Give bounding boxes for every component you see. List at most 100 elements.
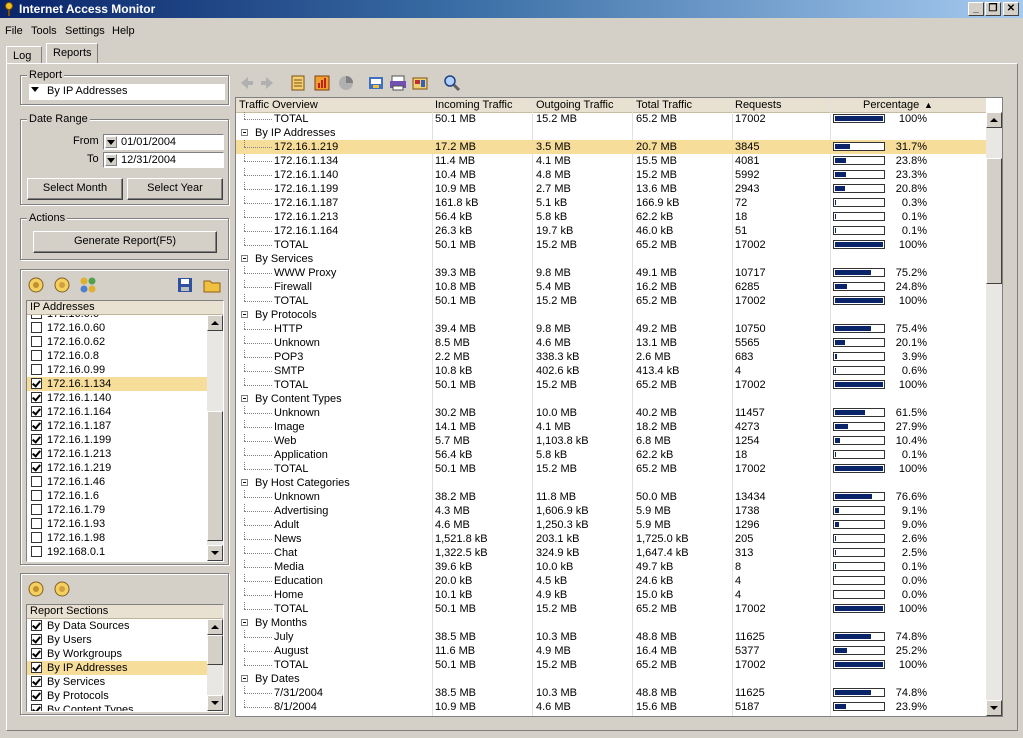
section-list-item[interactable]: By Content Types [27,703,207,711]
collapse-icon[interactable] [241,675,248,682]
section-list-item[interactable]: By Data Sources [27,619,207,633]
restore-button[interactable]: ❐ [985,2,1001,16]
checkbox[interactable] [31,532,42,543]
table-row[interactable]: 7/31/2004 38.5 MB 10.3 MB 48.8 MB 11625 74.8% [236,686,986,700]
menu-help[interactable]: Help [112,25,135,37]
sections-scrollbar[interactable] [207,619,223,711]
generate-report-button[interactable]: Generate Report(F5) [33,231,217,253]
table-row[interactable]: Chat 1,322.5 kB 324.9 kB 1,647.4 kB 313 2.5% [236,546,986,560]
scroll-thumb[interactable] [207,411,223,541]
table-row[interactable]: Home 10.1 kB 4.9 kB 15.0 kB 4 0.0% [236,588,986,602]
checkbox[interactable] [31,620,42,631]
table-row[interactable]: TOTAL 50.1 MB 15.2 MB 65.2 MB 17002 100% [236,462,986,476]
table-row[interactable]: Application 56.4 kB 5.8 kB 62.2 kB 18 0.1% [236,448,986,462]
uncheck-all-sections-icon[interactable] [53,580,71,598]
scroll-down-button[interactable] [207,695,223,711]
group-row[interactable]: By Protocols [236,308,986,322]
group-row[interactable]: By Content Types [236,392,986,406]
section-list-item[interactable]: By Users [27,633,207,647]
to-date-picker[interactable]: 12/31/2004 [103,152,224,168]
scroll-down-button[interactable] [207,545,223,561]
email-report-icon[interactable] [411,74,429,92]
table-row[interactable]: News 1,521.8 kB 203.1 kB 1,725.0 kB 205 2.6% [236,532,986,546]
table-row[interactable]: 172.16.1.199 10.9 MB 2.7 MB 13.6 MB 2943 20.8… [236,182,986,196]
ip-list-item[interactable]: 172.16.1.199 [27,433,207,447]
col-requests[interactable]: Requests [735,99,781,111]
table-row[interactable]: 172.16.1.164 26.3 kB 19.7 kB 46.0 kB 51 0.1% [236,224,986,238]
checkbox[interactable] [31,322,42,333]
section-list-item[interactable]: By Workgroups [27,647,207,661]
ip-list-item[interactable]: 172.16.1.140 [27,391,207,405]
check-all-sections-icon[interactable] [27,580,45,598]
checkbox[interactable] [31,336,42,347]
menu-tools[interactable]: Tools [31,25,57,37]
table-row[interactable]: 172.16.1.134 11.4 MB 4.1 MB 15.5 MB 4081 23.8… [236,154,986,168]
scroll-up-button[interactable] [207,315,223,331]
group-row[interactable]: By Host Categories [236,476,986,490]
checkbox[interactable] [31,662,42,673]
table-row[interactable]: TOTAL 50.1 MB 15.2 MB 65.2 MB 17002 100% [236,294,986,308]
open-folder-icon[interactable] [203,276,221,294]
ip-list-item[interactable]: 172.16.1.79 [27,503,207,517]
checkbox[interactable] [31,648,42,659]
close-button[interactable]: ✕ [1003,2,1019,16]
scroll-down-button[interactable] [986,700,1002,716]
table-row[interactable]: 172.16.1.213 56.4 kB 5.8 kB 62.2 kB 18 0.1% [236,210,986,224]
table-row[interactable]: TOTAL 50.1 MB 15.2 MB 65.2 MB 17002 100% [236,378,986,392]
table-row[interactable]: Adult 4.6 MB 1,250.3 kB 5.9 MB 1296 9.0% [236,518,986,532]
ip-list-item[interactable]: 172.16.1.164 [27,405,207,419]
tab-reports[interactable]: Reports [46,43,98,64]
table-row[interactable]: Web 5.7 MB 1,103.8 kB 6.8 MB 1254 10.4% [236,434,986,448]
menu-settings[interactable]: Settings [65,25,105,37]
collapse-icon[interactable] [241,255,248,262]
checkbox[interactable] [31,434,42,445]
table-row[interactable]: Advertising 4.3 MB 1,606.9 kB 5.9 MB 1738 9.1… [236,504,986,518]
table-row[interactable]: Firewall 10.8 MB 5.4 MB 16.2 MB 6285 24.8% [236,280,986,294]
checkbox[interactable] [31,518,42,529]
select-year-button[interactable]: Select Year [127,178,223,200]
checkbox[interactable] [31,420,42,431]
checkbox[interactable] [31,315,42,319]
collapse-icon[interactable] [241,129,248,136]
table-row[interactable]: 8/1/2004 10.9 MB 4.6 MB 15.6 MB 5187 23.9% [236,700,986,714]
col-total-traffic[interactable]: Total Traffic [636,99,692,111]
select-all-icon[interactable] [27,276,45,294]
ip-list-scrollbar[interactable] [207,315,223,561]
scroll-thumb[interactable] [207,635,223,665]
ip-list-item[interactable]: 172.16.0.62 [27,335,207,349]
checkbox[interactable] [31,634,42,645]
collapse-icon[interactable] [241,619,248,626]
col-incoming-traffic[interactable]: Incoming Traffic [435,99,512,111]
table-row[interactable]: August 11.6 MB 4.9 MB 16.4 MB 5377 25.2% [236,644,986,658]
minimize-button[interactable]: _ [968,2,984,16]
table-row[interactable]: HTTP 39.4 MB 9.8 MB 49.2 MB 10750 75.4% [236,322,986,336]
table-row[interactable]: Unknown 38.2 MB 11.8 MB 50.0 MB 13434 76.6% [236,490,986,504]
select-none-icon[interactable] [53,276,71,294]
scroll-up-button[interactable] [986,112,1002,128]
tab-log[interactable]: Log [6,46,42,64]
col-percentage[interactable]: Percentage [863,99,919,111]
table-row[interactable]: 172.16.1.187 161.8 kB 5.1 kB 166.9 kB 72 0.3% [236,196,986,210]
checkbox[interactable] [31,546,42,557]
ip-list-item[interactable]: 172.16.1.6 [27,489,207,503]
table-row[interactable]: SMTP 10.8 kB 402.6 kB 413.4 kB 4 0.6% [236,364,986,378]
checkbox[interactable] [31,476,42,487]
table-view-icon[interactable] [289,74,307,92]
ip-list-item[interactable]: 172.16.1.219 [27,461,207,475]
table-row[interactable]: Image 14.1 MB 4.1 MB 18.2 MB 4273 27.9% [236,420,986,434]
export-icon[interactable] [367,74,385,92]
checkbox[interactable] [31,690,42,701]
table-row[interactable]: 172.16.1.140 10.4 MB 4.8 MB 15.2 MB 5992 23.3… [236,168,986,182]
collapse-icon[interactable] [241,395,248,402]
ip-list-item[interactable]: 172.16.1.93 [27,517,207,531]
section-list-item[interactable]: By Services [27,675,207,689]
menu-file[interactable]: File [5,25,23,37]
table-row[interactable]: POP3 2.2 MB 338.3 kB 2.6 MB 683 3.9% [236,350,986,364]
group-row[interactable]: By Dates [236,672,986,686]
table-row[interactable]: TOTAL 50.1 MB 15.2 MB 65.2 MB 17002 100% [236,658,986,672]
pie-chart-icon[interactable] [337,74,355,92]
checkbox[interactable] [31,378,42,389]
table-row[interactable]: July 38.5 MB 10.3 MB 48.8 MB 11625 74.8% [236,630,986,644]
save-icon[interactable] [176,276,194,294]
checkbox[interactable] [31,704,42,711]
